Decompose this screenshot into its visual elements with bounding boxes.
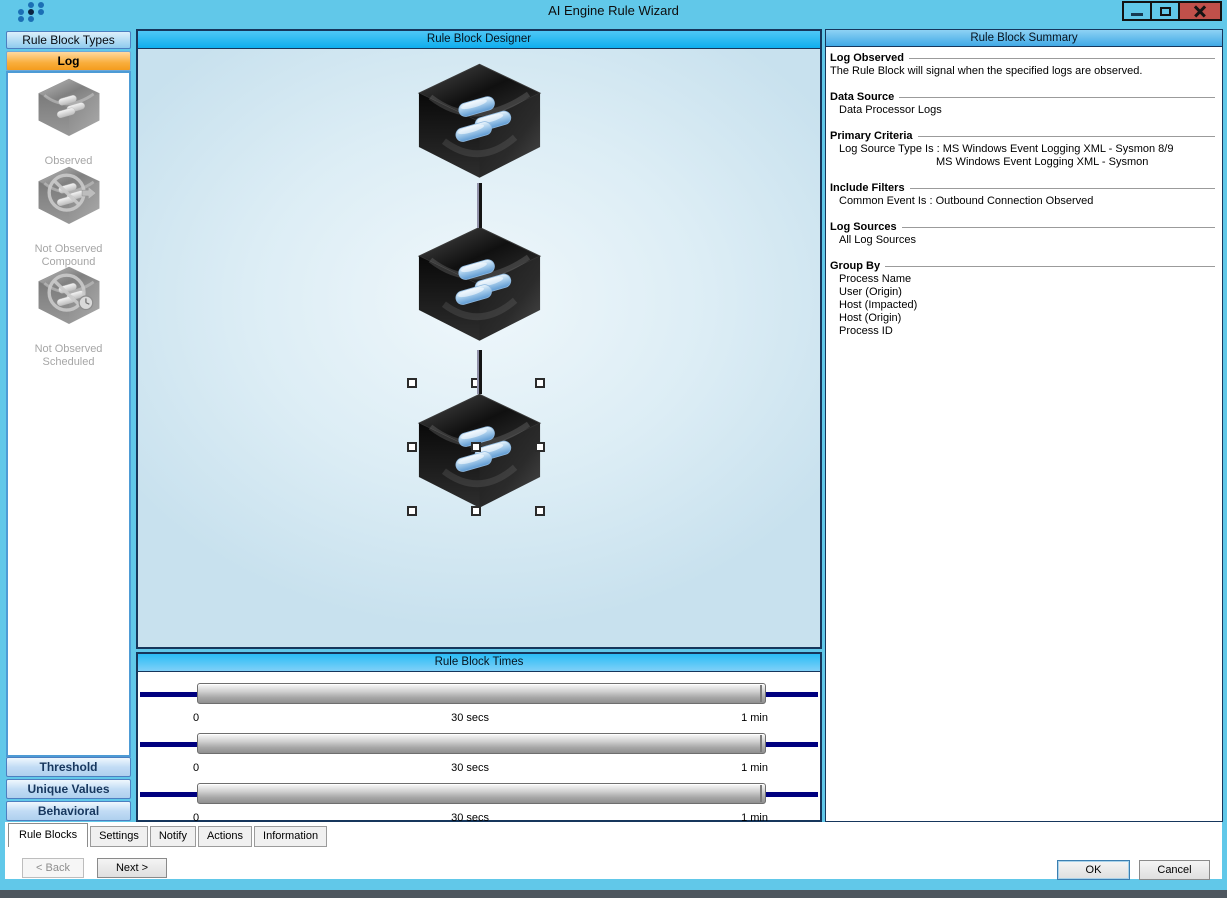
selection-handle[interactable] (407, 442, 417, 452)
slider-mid-label: 30 secs (451, 762, 489, 774)
section-line: Data Processor Logs (830, 104, 1216, 117)
section-line: All Log Sources (830, 234, 1216, 247)
minimize-button[interactable] (1122, 1, 1150, 21)
not-observed-compound-cube-icon (37, 166, 101, 225)
list-item-not-observed-scheduled[interactable]: Not Observed Scheduled (6, 266, 131, 369)
tab-actions[interactable]: Actions (198, 826, 252, 847)
block-connector-line (477, 183, 482, 228)
slider-max-label: 1 min (741, 762, 768, 774)
section-title: Log Observed (830, 52, 904, 65)
back-button[interactable]: < Back (22, 858, 84, 878)
section-line: Process Name (830, 273, 1216, 286)
selection-handle[interactable] (407, 506, 417, 516)
section-line: User (Origin) (830, 286, 1216, 299)
rule-block-types-header: Rule Block Types (6, 31, 131, 49)
window-title: AI Engine Rule Wizard (0, 3, 1227, 18)
section-line: Log Source Type Is : MS Windows Event Lo… (830, 143, 1216, 156)
block-connector-line (477, 350, 482, 394)
rule-block-times-header: Rule Block Times (138, 654, 820, 672)
rule-block-times-panel: Rule Block Times 0 30 secs 1 min 0 30 se… (136, 652, 822, 822)
section-title: Group By (830, 260, 880, 273)
rule-block-summary-panel: Rule Block Summary Log Observed The Rule… (825, 29, 1223, 822)
rule-block-1[interactable] (417, 62, 542, 180)
type-button-log[interactable]: Log (6, 51, 131, 71)
summary-section-log-observed: Log Observed The Rule Block will signal … (830, 52, 1216, 78)
cancel-button[interactable]: Cancel (1139, 860, 1210, 880)
rule-block-summary-header: Rule Block Summary (826, 30, 1222, 47)
section-line: The Rule Block will signal when the spec… (830, 65, 1216, 78)
selection-handle[interactable] (535, 506, 545, 516)
type-button-behavioral[interactable]: Behavioral (6, 801, 131, 821)
rule-block-designer-panel: Rule Block Designer (136, 29, 822, 649)
close-button[interactable] (1178, 1, 1222, 21)
next-button[interactable]: Next > (97, 858, 167, 878)
list-item-label: Not Observed Scheduled (6, 343, 131, 369)
summary-section-log-sources: Log Sources All Log Sources (830, 221, 1216, 247)
tab-settings[interactable]: Settings (90, 826, 148, 847)
bottom-bar: Rule Blocks Settings Notify Actions Info… (5, 822, 1222, 879)
window-controls (1122, 1, 1222, 21)
section-line: MS Windows Event Logging XML - Sysmon (830, 156, 1216, 169)
slider-thumb[interactable] (197, 783, 766, 804)
rule-block-types-panel: Rule Block Types Log Observed Not Observ… (6, 29, 131, 822)
section-title: Primary Criteria (830, 130, 913, 143)
rule-block-cube-icon (417, 62, 542, 180)
maximize-icon (1160, 7, 1171, 16)
section-title: Log Sources (830, 221, 897, 234)
section-title: Include Filters (830, 182, 905, 195)
selection-handle[interactable] (407, 378, 417, 388)
tabstrip: Rule Blocks Settings Notify Actions Info… (8, 823, 327, 847)
list-item-observed[interactable]: Observed (6, 78, 131, 168)
selection-handle[interactable] (535, 442, 545, 452)
selection-handle[interactable] (535, 378, 545, 388)
section-line: Host (Impacted) (830, 299, 1216, 312)
designer-canvas[interactable] (138, 49, 820, 647)
selection-handle[interactable] (471, 442, 481, 452)
bottom-edge-strip (0, 890, 1227, 898)
tab-notify[interactable]: Notify (150, 826, 196, 847)
rule-block-2[interactable] (417, 225, 542, 343)
tab-information[interactable]: Information (254, 826, 327, 847)
slider-min-label: 0 (193, 762, 199, 774)
slider-thumb[interactable] (197, 733, 766, 754)
close-icon (1193, 4, 1207, 18)
ok-button[interactable]: OK (1057, 860, 1130, 880)
slider-mid-label: 30 secs (451, 712, 489, 724)
summary-content: Log Observed The Rule Block will signal … (826, 47, 1222, 338)
section-line: Common Event Is : Outbound Connection Ob… (830, 195, 1216, 208)
slider-thumb[interactable] (197, 683, 766, 704)
section-line: Process ID (830, 325, 1216, 338)
observed-cube-icon (37, 78, 101, 137)
maximize-button[interactable] (1150, 1, 1178, 21)
type-button-threshold[interactable]: Threshold (6, 757, 131, 777)
section-line: Host (Origin) (830, 312, 1216, 325)
slider-min-label: 0 (193, 712, 199, 724)
list-item-not-observed-compound[interactable]: Not Observed Compound (6, 166, 131, 269)
summary-section-group-by: Group By Process Name User (Origin) Host… (830, 260, 1216, 338)
slider-max-label: 1 min (741, 712, 768, 724)
not-observed-scheduled-cube-icon (37, 266, 101, 325)
summary-section-data-source: Data Source Data Processor Logs (830, 91, 1216, 117)
titlebar: AI Engine Rule Wizard (0, 0, 1227, 22)
rule-block-cube-icon (417, 225, 542, 343)
type-button-unique-values[interactable]: Unique Values (6, 779, 131, 799)
summary-section-include-filters: Include Filters Common Event Is : Outbou… (830, 182, 1216, 208)
summary-section-primary-criteria: Primary Criteria Log Source Type Is : MS… (830, 130, 1216, 169)
selection-handle[interactable] (471, 506, 481, 516)
tab-rule-blocks[interactable]: Rule Blocks (8, 823, 88, 847)
section-title: Data Source (830, 91, 894, 104)
rule-block-designer-header: Rule Block Designer (138, 31, 820, 49)
minimize-icon (1131, 13, 1143, 16)
